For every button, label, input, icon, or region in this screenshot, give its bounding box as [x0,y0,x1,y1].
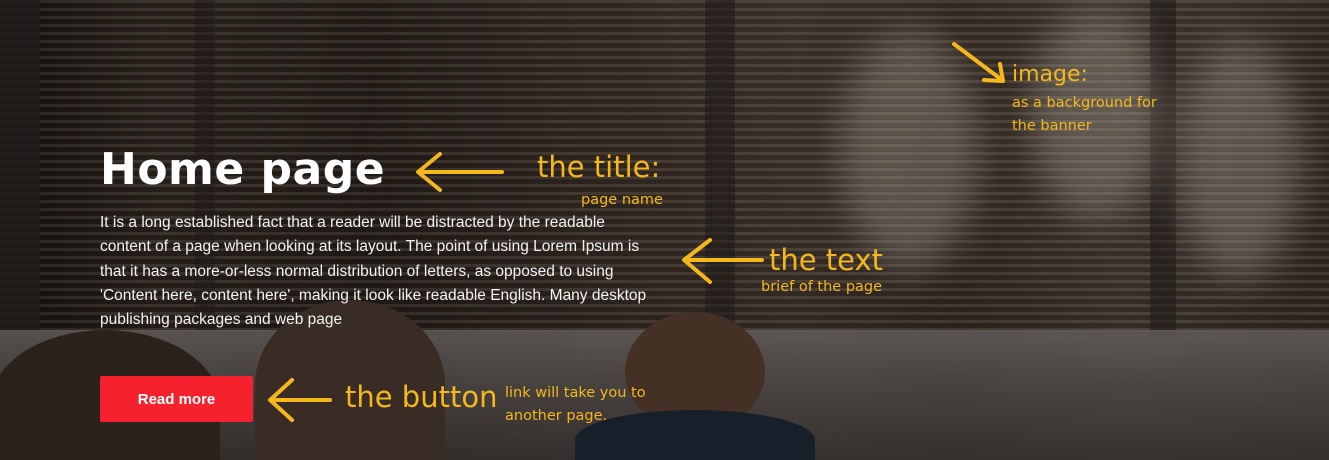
annotation-image-label: image: [1012,62,1088,87]
read-more-button[interactable]: Read more [100,376,253,422]
annotation-button-label: the button [345,380,498,414]
page-title: Home page [100,144,386,195]
annotation-image-desc: as a background for [1012,95,1157,111]
annotation-button-desc: another page. [505,408,608,424]
annotation-title-label: the title: [537,150,661,184]
arrow-left-icon [268,378,332,422]
annotation-text-desc: brief of the page [761,279,883,295]
annotation-button-desc: link will take you to [505,385,646,401]
annotation-title-desc: page name [581,192,663,208]
arrow-down-right-icon [952,42,1005,83]
annotation-text-label: the text [769,243,884,277]
page-brief-text: It is a long established fact that a rea… [100,214,647,329]
arrow-left-icon [416,152,504,192]
annotation-image-desc: the banner [1012,118,1092,134]
arrow-left-icon [682,238,764,284]
